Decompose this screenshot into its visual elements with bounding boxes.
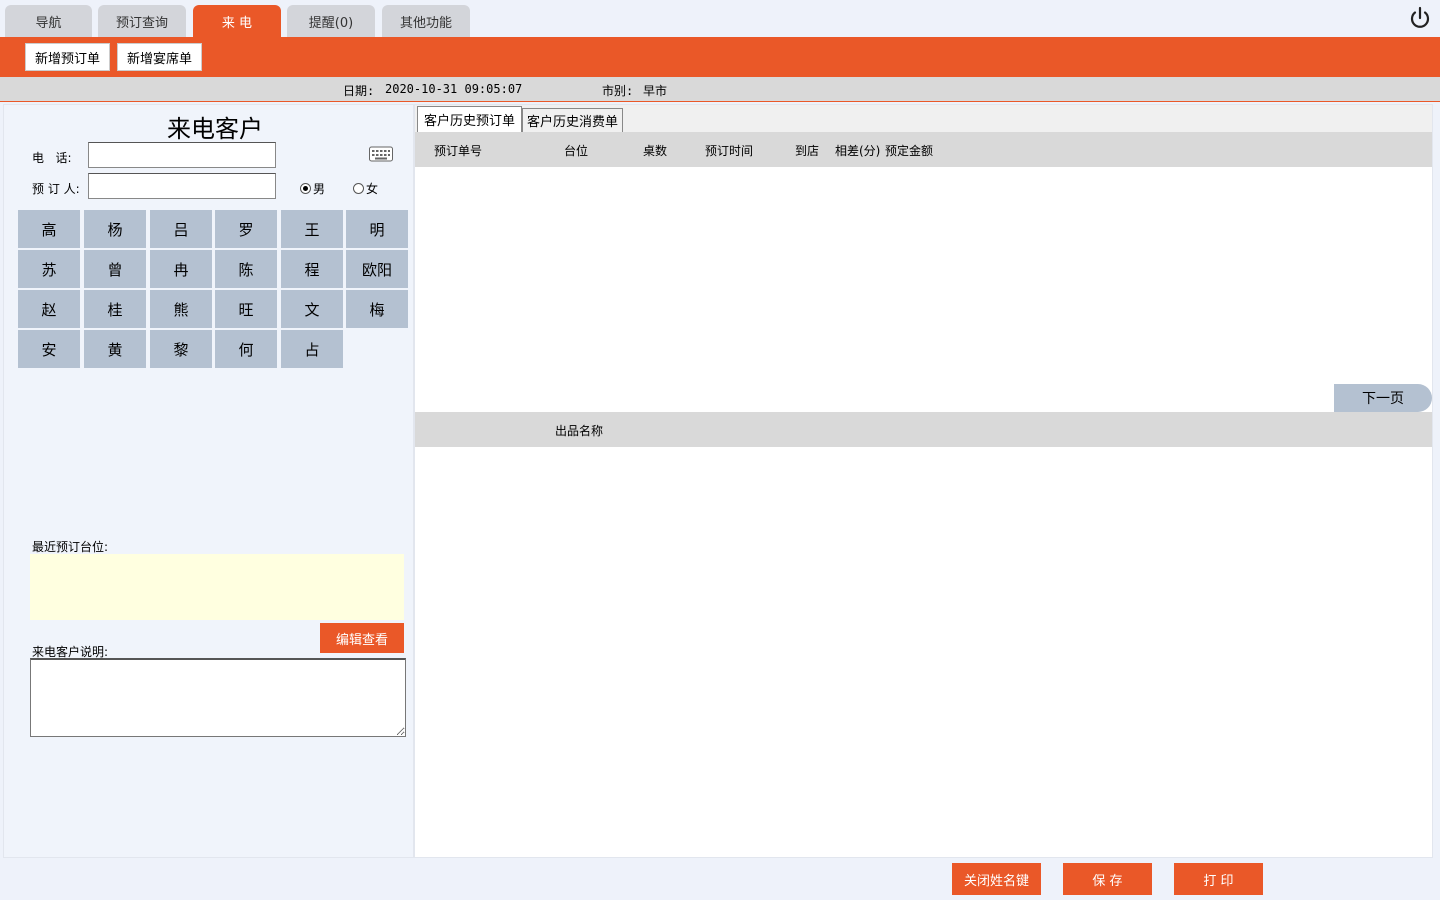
power-icon[interactable] bbox=[1408, 6, 1432, 30]
booking-grid-header: 预订单号 台位 桌数 预订时间 到店 相差(分) 预定金额 bbox=[415, 132, 1432, 167]
print-button[interactable]: 打 印 bbox=[1174, 863, 1263, 895]
tab-history-bookings[interactable]: 客户历史预订单 bbox=[417, 106, 522, 132]
surname-key[interactable]: 高 bbox=[18, 210, 80, 248]
date-value: 2020-10-31 09:05:07 bbox=[385, 82, 523, 96]
surname-key[interactable]: 何 bbox=[215, 330, 277, 368]
surname-key[interactable]: 桂 bbox=[84, 290, 146, 328]
surname-key[interactable]: 陈 bbox=[215, 250, 277, 288]
tab-incoming-call[interactable]: 来 电 bbox=[193, 5, 281, 37]
col-difference: 相差(分) bbox=[835, 144, 881, 158]
surname-key[interactable]: 熊 bbox=[150, 290, 212, 328]
booker-input[interactable] bbox=[88, 173, 276, 199]
recent-table-box bbox=[30, 554, 404, 620]
top-tab-bar: 导航 预订查询 来 电 提醒(0) 其他功能 bbox=[0, 0, 1440, 37]
col-item-name: 出品名称 bbox=[555, 424, 604, 438]
action-toolbar: 新增预订单 新增宴席单 bbox=[0, 37, 1440, 77]
phone-input[interactable] bbox=[88, 142, 276, 168]
surname-key[interactable]: 明 bbox=[346, 210, 408, 248]
edit-view-button[interactable]: 编辑查看 bbox=[320, 623, 404, 653]
col-booking-no: 预订单号 bbox=[434, 144, 483, 158]
surname-key[interactable]: 吕 bbox=[150, 210, 212, 248]
surname-key[interactable]: 梅 bbox=[346, 290, 408, 328]
new-banquet-button[interactable]: 新增宴席单 bbox=[117, 43, 202, 71]
gender-female-label: 女 bbox=[366, 182, 379, 196]
col-table-count: 桌数 bbox=[643, 144, 668, 158]
surname-key[interactable]: 罗 bbox=[215, 210, 277, 248]
surname-key[interactable]: 安 bbox=[18, 330, 80, 368]
next-page-button[interactable]: 下一页 bbox=[1334, 384, 1432, 412]
radio-checked-icon bbox=[300, 183, 311, 194]
caller-title: 来电客户 bbox=[167, 115, 263, 143]
tab-reminders[interactable]: 提醒(0) bbox=[287, 5, 375, 37]
surname-key[interactable]: 黎 bbox=[150, 330, 212, 368]
phone-label: 电 话: bbox=[32, 151, 72, 165]
info-bar: 日期: 2020-10-31 09:05:07 市别: 早市 bbox=[0, 77, 1440, 102]
surname-key[interactable]: 赵 bbox=[18, 290, 80, 328]
surname-key[interactable]: 苏 bbox=[18, 250, 80, 288]
caller-note-textarea[interactable] bbox=[30, 658, 406, 737]
tab-booking-query[interactable]: 预订查询 bbox=[98, 5, 186, 37]
gender-female-radio[interactable]: 女 bbox=[353, 180, 378, 197]
new-booking-button[interactable]: 新增预订单 bbox=[25, 43, 110, 71]
surname-key[interactable]: 杨 bbox=[84, 210, 146, 248]
market-value: 早市 bbox=[643, 84, 668, 98]
caller-panel: 来电客户 电 话: 预 订 人: 男 女 高 杨 吕 罗 王 明 苏 曾 冉 陈… bbox=[3, 104, 414, 858]
detail-grid-header: 出品名称 bbox=[415, 412, 1432, 447]
surname-key[interactable]: 文 bbox=[281, 290, 343, 328]
tab-history-consumption[interactable]: 客户历史消费单 bbox=[522, 108, 623, 132]
surname-key[interactable]: 占 bbox=[281, 330, 343, 368]
tab-other-functions[interactable]: 其他功能 bbox=[382, 5, 470, 37]
surname-key[interactable]: 黄 bbox=[84, 330, 146, 368]
surname-key[interactable]: 王 bbox=[281, 210, 343, 248]
gender-male-label: 男 bbox=[313, 182, 326, 196]
close-surname-keys-button[interactable]: 关闭姓名键 bbox=[952, 863, 1041, 895]
keyboard-icon[interactable] bbox=[369, 146, 393, 162]
tab-navigation[interactable]: 导航 bbox=[5, 5, 92, 37]
col-booking-time: 预订时间 bbox=[705, 144, 754, 158]
radio-unchecked-icon bbox=[353, 183, 364, 194]
surname-key[interactable]: 冉 bbox=[150, 250, 212, 288]
date-label: 日期: bbox=[343, 84, 375, 98]
surname-key[interactable]: 旺 bbox=[215, 290, 277, 328]
gender-male-radio[interactable]: 男 bbox=[300, 180, 325, 197]
market-label: 市别: bbox=[602, 84, 634, 98]
col-deposit: 预定金额 bbox=[885, 144, 934, 158]
save-button[interactable]: 保 存 bbox=[1063, 863, 1152, 895]
surname-key[interactable]: 欧阳 bbox=[346, 250, 408, 288]
history-panel: 客户历史预订单 客户历史消费单 预订单号 台位 桌数 预订时间 到店 相差(分)… bbox=[414, 104, 1433, 858]
recent-table-label: 最近预订台位: bbox=[32, 540, 109, 554]
history-tab-bar: 客户历史预订单 客户历史消费单 bbox=[415, 105, 1432, 132]
surname-key[interactable]: 曾 bbox=[84, 250, 146, 288]
col-arrival: 到店 bbox=[795, 144, 820, 158]
surname-key[interactable]: 程 bbox=[281, 250, 343, 288]
booker-label: 预 订 人: bbox=[32, 182, 80, 196]
col-table: 台位 bbox=[564, 144, 589, 158]
